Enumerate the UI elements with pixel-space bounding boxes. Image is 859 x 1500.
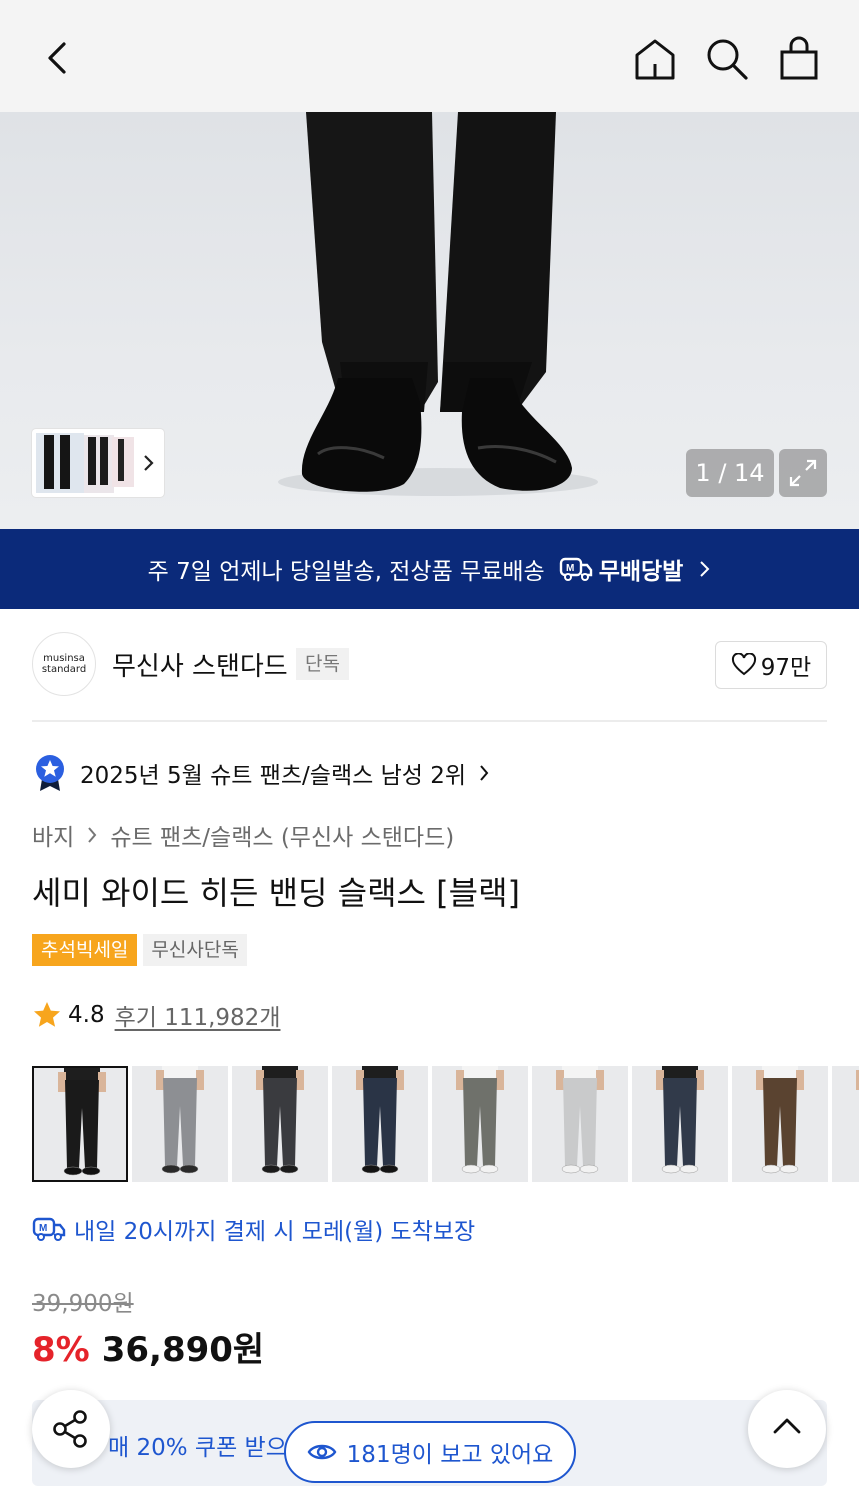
gallery-thumbnail-strip[interactable]: [32, 429, 164, 497]
heart-icon: [731, 653, 756, 676]
search-icon[interactable]: [704, 36, 750, 82]
color-swatch[interactable]: [632, 1066, 728, 1182]
thumbnail-images: [36, 433, 134, 493]
exclusive-badge: 단독: [296, 648, 349, 680]
star-icon: [34, 1002, 60, 1027]
color-swatch[interactable]: [832, 1066, 859, 1182]
brand-logo-line1: musinsa: [43, 653, 85, 664]
chevron-left-icon[interactable]: [36, 36, 80, 80]
ranking-medal-icon: [36, 755, 64, 791]
color-swatch[interactable]: [332, 1066, 428, 1182]
color-swatch[interactable]: [532, 1066, 628, 1182]
delivery-promo-banner[interactable]: 주 7일 언제나 당일발송, 전상품 무료배송 M 무배당발: [0, 529, 859, 609]
coupon-text: 매 20% 쿠폰 받으: [108, 1435, 287, 1461]
delivery-text: 내일 20시까지 결제 시 모레(월) 도착보장: [74, 1219, 476, 1245]
divider: [32, 720, 827, 722]
chevron-right-icon: [88, 827, 97, 843]
swatch-image: [132, 1066, 228, 1182]
swatch-image: [832, 1066, 859, 1182]
breadcrumb-category[interactable]: 바지: [32, 818, 74, 852]
live-viewers-pill: 181명이 보고 있어요: [284, 1421, 576, 1483]
delivery-guarantee: M 내일 20시까지 결제 시 모레(월) 도착보장: [32, 1212, 475, 1246]
color-swatch[interactable]: [232, 1066, 328, 1182]
app-header: [0, 0, 859, 112]
banner-brand: 무배당발: [598, 559, 684, 585]
swatch-image: [232, 1066, 328, 1182]
home-icon[interactable]: [632, 36, 678, 82]
swatch-image: [532, 1066, 628, 1182]
color-swatch[interactable]: [732, 1066, 828, 1182]
chevron-right-icon: [480, 765, 489, 781]
color-swatch[interactable]: [432, 1066, 528, 1182]
color-swatch-list: [32, 1066, 859, 1182]
swatch-image: [34, 1068, 126, 1180]
price-amount: 36,890원: [101, 1330, 265, 1370]
rating-score: 4.8: [68, 1002, 105, 1028]
brand-name[interactable]: 무신사 스탠다드: [112, 646, 288, 683]
delivery-truck-icon: M: [559, 557, 592, 581]
expand-icon: [789, 459, 817, 487]
swatch-image: [732, 1066, 828, 1182]
discount-rate: 8%: [32, 1330, 90, 1370]
shopping-bag-icon[interactable]: [776, 36, 822, 82]
breadcrumb: 바지 슈트 팬츠/슬랙스 (무신사 스탠다드): [32, 818, 454, 852]
product-hero-image[interactable]: 1 / 14: [0, 112, 859, 529]
chevron-right-icon: [700, 561, 710, 577]
review-count-link[interactable]: 후기 111,982개: [115, 998, 281, 1032]
brand-logo-line2: standard: [41, 664, 87, 675]
color-swatch[interactable]: [32, 1066, 128, 1182]
chevron-right-icon: [144, 455, 154, 471]
expand-button[interactable]: [779, 449, 827, 497]
ranking-text: 2025년 5월 슈트 팬츠/슬랙스 남성 2위: [80, 763, 467, 789]
share-button[interactable]: [32, 1390, 110, 1468]
rating-row: 4.8 후기 111,982개: [32, 998, 280, 1032]
swatch-image: [432, 1066, 528, 1182]
exclusive-tag: 무신사단독: [143, 934, 247, 966]
image-counter: 1 / 14: [686, 449, 774, 497]
product-title: 세미 와이드 히든 밴딩 슬랙스 [블랙]: [32, 874, 520, 912]
breadcrumb-subcategory[interactable]: 슈트 팬츠/슬랙스 (무신사 스탠다드): [110, 818, 454, 852]
svg-text:M: M: [39, 1223, 47, 1234]
svg-text:M: M: [566, 563, 574, 574]
viewers-text: 181명이 보고 있어요: [346, 1442, 554, 1468]
share-icon: [53, 1410, 87, 1448]
like-button[interactable]: 97만: [715, 641, 827, 689]
delivery-truck-icon: M: [32, 1217, 66, 1241]
eye-icon: [307, 1444, 337, 1460]
color-swatch[interactable]: [132, 1066, 228, 1182]
product-tags: 추석빅세일 무신사단독: [32, 934, 247, 966]
swatch-image: [632, 1066, 728, 1182]
banner-text: 주 7일 언제나 당일발송, 전상품 무료배송: [147, 559, 545, 585]
ranking-link[interactable]: 2025년 5월 슈트 팬츠/슬랙스 남성 2위: [32, 752, 490, 794]
swatch-image: [332, 1066, 428, 1182]
like-count: 97만: [760, 655, 812, 681]
original-price: 39,900원: [32, 1291, 134, 1317]
brand-row: musinsa standard 무신사 스탠다드 단독 97만: [32, 632, 827, 698]
sale-price: 8% 36,890원: [32, 1322, 264, 1371]
chevron-up-icon: [773, 1418, 801, 1434]
sale-tag: 추석빅세일: [32, 934, 138, 966]
brand-logo[interactable]: musinsa standard: [32, 632, 96, 696]
scroll-to-top-button[interactable]: [748, 1390, 826, 1468]
